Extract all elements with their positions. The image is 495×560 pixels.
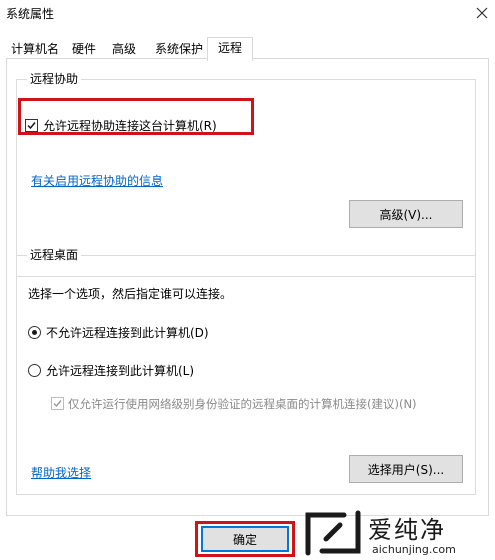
remote-desktop-title: 远程桌面 (27, 248, 82, 262)
watermark-brand: 爱纯净 (368, 516, 446, 544)
radio-allow-remote-label[interactable]: 允许远程连接到此计算机(L) (46, 362, 194, 379)
radio-selected-dot (32, 330, 37, 335)
tab-remote[interactable]: 远程 (207, 37, 253, 61)
close-icon[interactable] (468, 0, 495, 26)
help-me-choose-link[interactable]: 帮助我选择 (31, 464, 91, 481)
remote-desktop-group: 远程桌面 选择一个选项，然后指定谁可以连接。 不允许远程连接到此计算机(D) 允… (16, 248, 476, 495)
radio-deny-remote-label[interactable]: 不允许远程连接到此计算机(D) (46, 324, 209, 341)
check-icon (27, 122, 36, 130)
tab-panel-remote: 远程协助 允许远程协助连接这台计算机(R) 有关启用远程协助的信息 高级(V).… (6, 58, 489, 516)
remote-desktop-instruction: 选择一个选项，然后指定谁可以连接。 (28, 287, 233, 301)
allow-remote-assistance-checkbox[interactable] (25, 119, 38, 132)
remote-assistance-info-link[interactable]: 有关启用远程协助的信息 (31, 172, 163, 189)
ok-button[interactable]: 确定 (201, 526, 289, 552)
advanced-button[interactable]: 高级(V)... (349, 200, 463, 228)
tab-system-protection[interactable]: 系统保护 (150, 39, 208, 59)
remote-assistance-group: 远程协助 允许远程协助连接这台计算机(R) 有关启用远程协助的信息 高级(V).… (16, 72, 476, 277)
radio-deny-remote[interactable] (28, 326, 41, 339)
nla-only-label[interactable]: 仅允许运行使用网络级别身份验证的远程桌面的计算机连接(建议)(N) (68, 396, 417, 412)
aichunjing-logo-icon (305, 510, 361, 556)
tab-advanced[interactable]: 高级 (106, 39, 142, 59)
radio-allow-remote[interactable] (28, 364, 41, 377)
allow-remote-assistance-label[interactable]: 允许远程协助连接这台计算机(R) (43, 117, 217, 134)
select-users-button[interactable]: 选择用户(S)... (349, 455, 463, 483)
nla-only-checkbox[interactable] (51, 397, 64, 410)
remote-assistance-title: 远程协助 (27, 72, 82, 86)
tab-hardware[interactable]: 硬件 (64, 39, 104, 59)
check-icon (53, 400, 62, 408)
window-title: 系统属性 (6, 7, 55, 21)
watermark: 爱纯净 aichunjing.com (300, 508, 490, 558)
tab-computer-name[interactable]: 计算机名 (6, 39, 64, 59)
watermark-domain: aichunjing.com (372, 543, 456, 556)
